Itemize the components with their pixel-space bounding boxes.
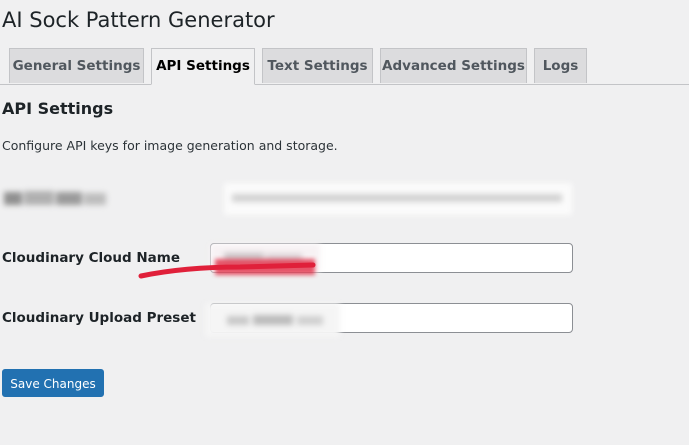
cloudinary-upload-preset-label: Cloudinary Upload Preset: [2, 310, 196, 326]
settings-tabs: General Settings API Settings Text Setti…: [0, 47, 689, 85]
page-title: AI Sock Pattern Generator: [2, 8, 275, 32]
red-annotation-stroke: [138, 259, 316, 279]
redacted-upload-preset-value: [205, 303, 340, 337]
redacted-field-label: [2, 188, 110, 210]
tab-logs[interactable]: Logs: [534, 48, 587, 83]
save-changes-button[interactable]: Save Changes: [2, 369, 104, 397]
tab-text-settings[interactable]: Text Settings: [262, 48, 373, 83]
redacted-api-key-input[interactable]: [224, 183, 572, 215]
section-title: API Settings: [2, 99, 114, 118]
tab-advanced-settings[interactable]: Advanced Settings: [380, 48, 527, 83]
tab-general-settings[interactable]: General Settings: [9, 48, 144, 83]
tab-api-settings[interactable]: API Settings: [151, 48, 255, 85]
section-description: Configure API keys for image generation …: [2, 138, 338, 153]
